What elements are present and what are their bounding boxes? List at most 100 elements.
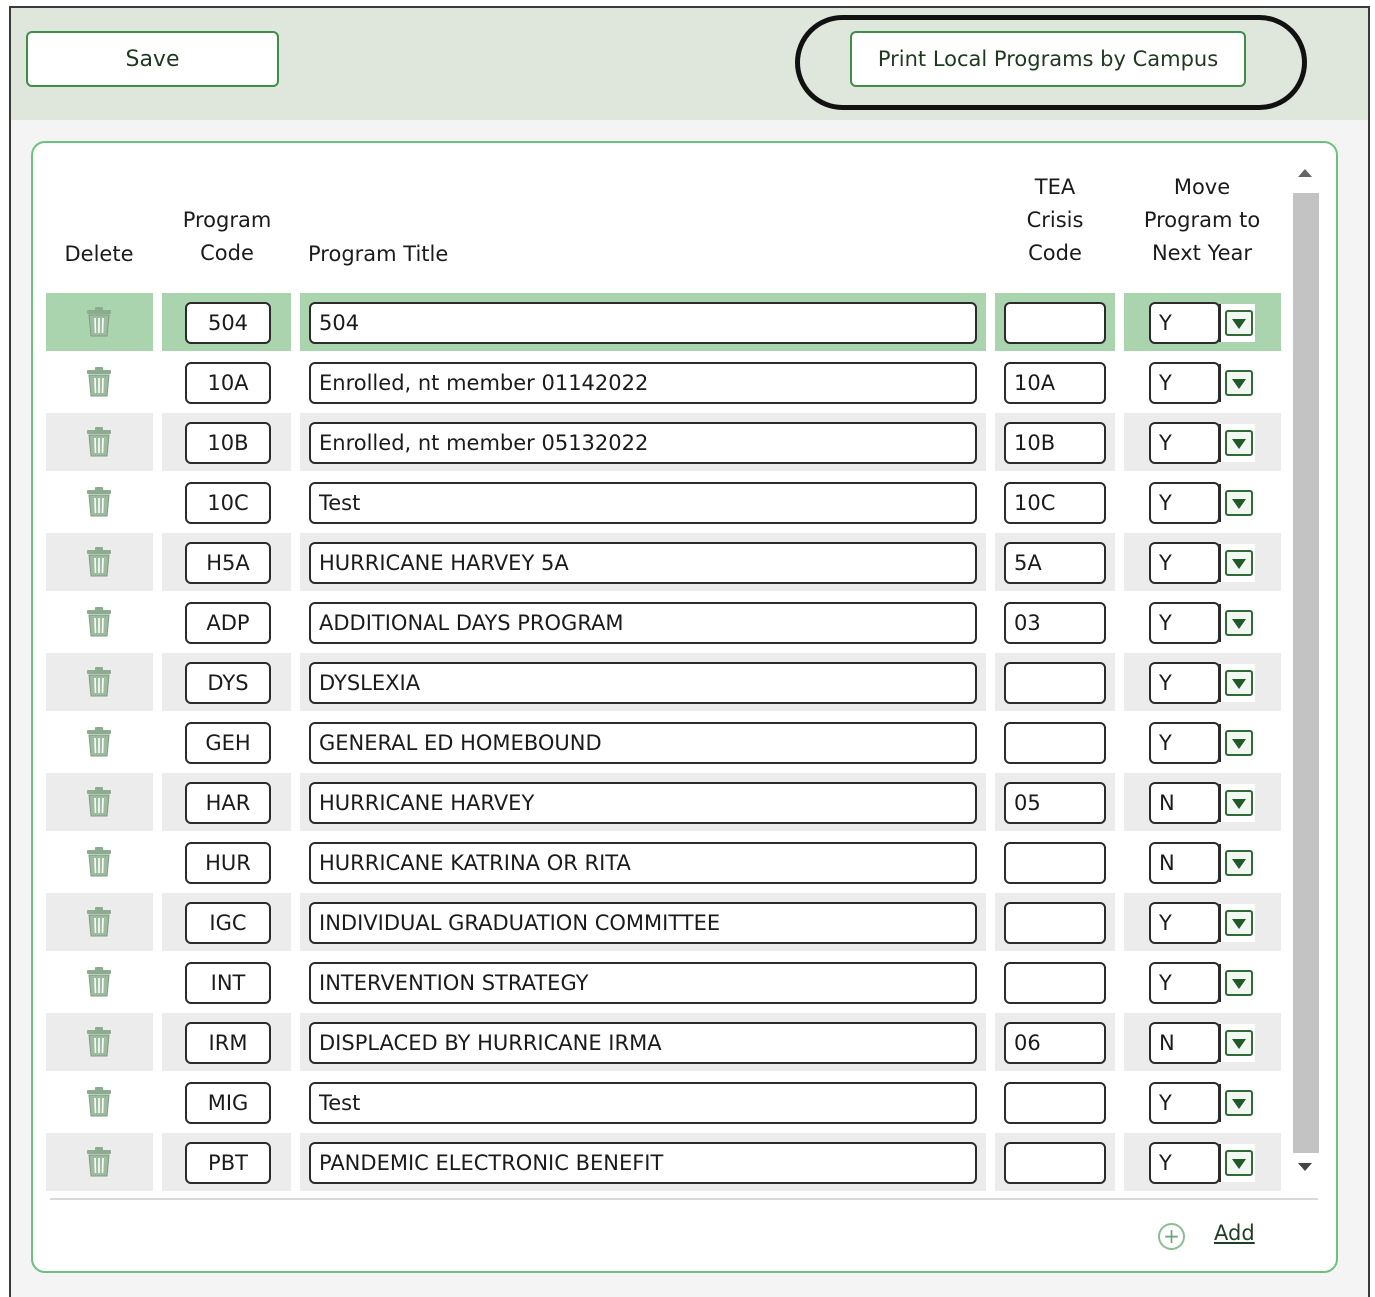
crisis-code-field[interactable] — [1004, 962, 1106, 1004]
trash-icon[interactable] — [86, 487, 112, 517]
program-title-field[interactable]: Test — [309, 482, 977, 524]
dropdown-button[interactable] — [1219, 1024, 1255, 1062]
dropdown-box[interactable] — [1225, 610, 1253, 636]
table-row[interactable]: PBT PANDEMIC ELECTRONIC BENEFIT Y — [46, 1133, 1281, 1193]
dropdown-box[interactable] — [1225, 910, 1253, 936]
crisis-code-field[interactable]: 05 — [1004, 782, 1106, 824]
move-program-select[interactable]: Y — [1149, 722, 1220, 764]
move-program-select[interactable]: Y — [1149, 662, 1220, 704]
crisis-code-field[interactable]: 5A — [1004, 542, 1106, 584]
table-row[interactable]: GEH GENERAL ED HOMEBOUND Y — [46, 713, 1281, 773]
program-code-field[interactable]: MIG — [185, 1082, 271, 1124]
table-row[interactable]: INT INTERVENTION STRATEGY Y — [46, 953, 1281, 1013]
crisis-code-field[interactable] — [1004, 842, 1106, 884]
table-row[interactable]: IGC INDIVIDUAL GRADUATION COMMITTEE Y — [46, 893, 1281, 953]
table-row[interactable]: HAR HURRICANE HARVEY 05 N — [46, 773, 1281, 833]
table-row[interactable]: IRM DISPLACED BY HURRICANE IRMA 06 N — [46, 1013, 1281, 1073]
program-code-field[interactable]: IGC — [185, 902, 271, 944]
move-program-select[interactable]: Y — [1149, 542, 1220, 584]
move-program-select[interactable]: N — [1149, 842, 1220, 884]
trash-icon[interactable] — [86, 607, 112, 637]
program-title-field[interactable]: GENERAL ED HOMEBOUND — [309, 722, 977, 764]
program-title-field[interactable]: DISPLACED BY HURRICANE IRMA — [309, 1022, 977, 1064]
move-program-select[interactable]: N — [1149, 1022, 1220, 1064]
program-code-field[interactable]: 10C — [185, 482, 271, 524]
program-code-field[interactable]: 10B — [185, 422, 271, 464]
program-title-field[interactable]: HURRICANE HARVEY — [309, 782, 977, 824]
dropdown-button[interactable] — [1219, 784, 1255, 822]
program-code-field[interactable]: INT — [185, 962, 271, 1004]
crisis-code-field[interactable]: 03 — [1004, 602, 1106, 644]
dropdown-button[interactable] — [1219, 364, 1255, 402]
trash-icon[interactable] — [86, 787, 112, 817]
move-program-select[interactable]: Y — [1149, 602, 1220, 644]
program-title-field[interactable]: Enrolled, nt member 05132022 — [309, 422, 977, 464]
table-row[interactable]: DYS DYSLEXIA Y — [46, 653, 1281, 713]
table-row[interactable]: 10C Test 10C Y — [46, 473, 1281, 533]
chevron-down-icon[interactable] — [1232, 859, 1246, 869]
table-row[interactable]: MIG Test Y — [46, 1073, 1281, 1133]
table-row[interactable]: 10B Enrolled, nt member 05132022 10B Y — [46, 413, 1281, 473]
dropdown-box[interactable] — [1225, 310, 1253, 336]
dropdown-button[interactable] — [1219, 964, 1255, 1002]
crisis-code-field[interactable]: 10A — [1004, 362, 1106, 404]
crisis-code-field[interactable] — [1004, 1142, 1106, 1184]
dropdown-box[interactable] — [1225, 550, 1253, 576]
dropdown-button[interactable] — [1219, 604, 1255, 642]
scroll-down-arrow-icon[interactable] — [1298, 1163, 1312, 1171]
move-program-select[interactable]: Y — [1149, 302, 1220, 344]
trash-icon[interactable] — [86, 1147, 112, 1177]
program-title-field[interactable]: INDIVIDUAL GRADUATION COMMITTEE — [309, 902, 977, 944]
print-local-programs-button[interactable]: Print Local Programs by Campus — [850, 31, 1246, 87]
chevron-down-icon[interactable] — [1232, 1099, 1246, 1109]
dropdown-box[interactable] — [1225, 430, 1253, 456]
move-program-select[interactable]: Y — [1149, 962, 1220, 1004]
dropdown-box[interactable] — [1225, 1090, 1253, 1116]
program-title-field[interactable]: PANDEMIC ELECTRONIC BENEFIT — [309, 1142, 977, 1184]
chevron-down-icon[interactable] — [1232, 1159, 1246, 1169]
trash-icon[interactable] — [86, 907, 112, 937]
dropdown-button[interactable] — [1219, 1144, 1255, 1182]
move-program-select[interactable]: Y — [1149, 422, 1220, 464]
chevron-down-icon[interactable] — [1232, 379, 1246, 389]
table-row[interactable]: H5A HURRICANE HARVEY 5A 5A Y — [46, 533, 1281, 593]
program-code-field[interactable]: HAR — [185, 782, 271, 824]
dropdown-button[interactable] — [1219, 1084, 1255, 1122]
trash-icon[interactable] — [86, 427, 112, 457]
trash-icon[interactable] — [86, 727, 112, 757]
trash-icon[interactable] — [86, 547, 112, 577]
program-code-field[interactable]: 10A — [185, 362, 271, 404]
program-code-field[interactable]: H5A — [185, 542, 271, 584]
scroll-thumb[interactable] — [1293, 193, 1319, 1153]
trash-icon[interactable] — [86, 1027, 112, 1057]
table-row[interactable]: HUR HURRICANE KATRINA OR RITA N — [46, 833, 1281, 893]
chevron-down-icon[interactable] — [1232, 499, 1246, 509]
trash-icon[interactable] — [86, 667, 112, 697]
chevron-down-icon[interactable] — [1232, 559, 1246, 569]
program-title-field[interactable]: INTERVENTION STRATEGY — [309, 962, 977, 1004]
dropdown-box[interactable] — [1225, 970, 1253, 996]
program-code-field[interactable]: ADP — [185, 602, 271, 644]
chevron-down-icon[interactable] — [1232, 919, 1246, 929]
trash-icon[interactable] — [86, 367, 112, 397]
crisis-code-field[interactable] — [1004, 662, 1106, 704]
table-row[interactable]: 504 504 Y — [46, 293, 1281, 353]
program-title-field[interactable]: 504 — [309, 302, 977, 344]
program-title-field[interactable]: Enrolled, nt member 01142022 — [309, 362, 977, 404]
dropdown-button[interactable] — [1219, 904, 1255, 942]
dropdown-button[interactable] — [1219, 484, 1255, 522]
chevron-down-icon[interactable] — [1232, 619, 1246, 629]
scroll-up-arrow-icon[interactable] — [1298, 169, 1312, 177]
program-code-field[interactable]: 504 — [185, 302, 271, 344]
trash-icon[interactable] — [86, 847, 112, 877]
program-code-field[interactable]: IRM — [185, 1022, 271, 1064]
dropdown-button[interactable] — [1219, 304, 1255, 342]
save-button[interactable]: Save — [26, 31, 279, 87]
table-scrollbar[interactable] — [1290, 157, 1322, 1187]
dropdown-box[interactable] — [1225, 790, 1253, 816]
trash-icon[interactable] — [86, 1087, 112, 1117]
move-program-select[interactable]: Y — [1149, 1142, 1220, 1184]
program-title-field[interactable]: HURRICANE HARVEY 5A — [309, 542, 977, 584]
program-title-field[interactable]: DYSLEXIA — [309, 662, 977, 704]
program-code-field[interactable]: PBT — [185, 1142, 271, 1184]
